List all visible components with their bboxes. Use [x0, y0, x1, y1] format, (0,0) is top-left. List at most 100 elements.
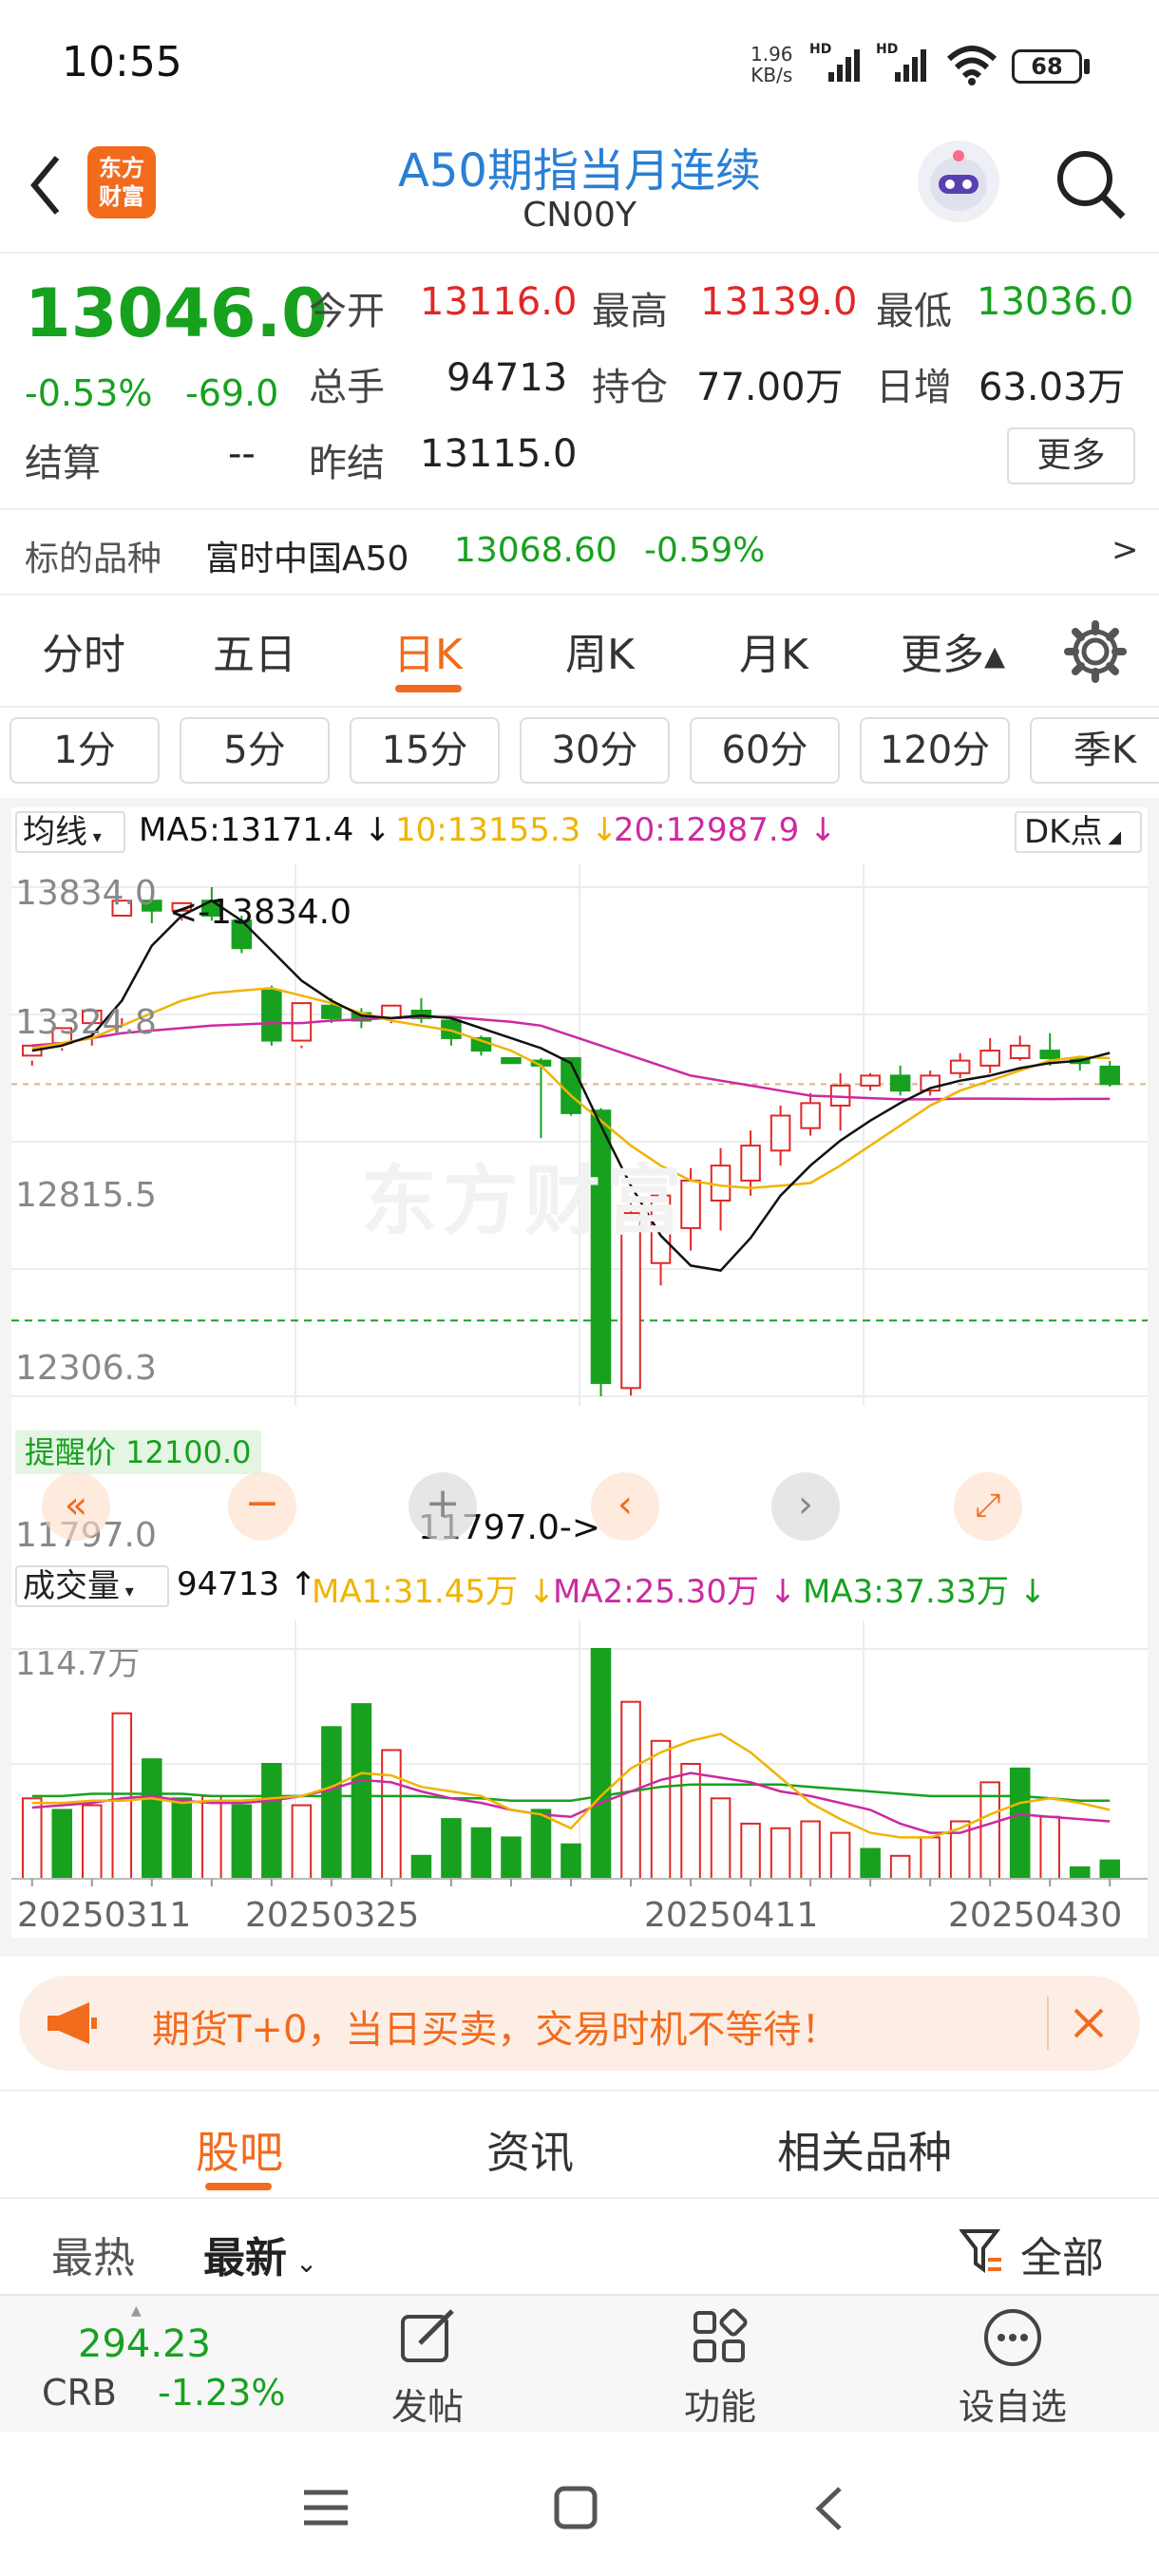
- ma20-legend: 20:12987.9 ↓: [614, 811, 837, 849]
- robot-assistant-icon[interactable]: [918, 141, 999, 222]
- vol-ma1-legend: MA1:31.45万 ↓: [312, 1573, 556, 1611]
- add-watchlist-button[interactable]: 设自选: [918, 2307, 1108, 2430]
- zoom-in-icon[interactable]: +: [408, 1472, 477, 1541]
- tab-intraday[interactable]: 分时: [42, 620, 125, 681]
- tab-daily-k[interactable]: 日K: [393, 620, 463, 681]
- tab-forum[interactable]: 股吧: [196, 2118, 283, 2181]
- volume-bar: [261, 1763, 282, 1880]
- search-icon[interactable]: [1053, 146, 1129, 222]
- logo-text-2: 财富: [99, 183, 144, 210]
- dk-point-button[interactable]: DK点 ◢: [1015, 811, 1142, 853]
- y-tick-label: 13834.0: [15, 874, 157, 913]
- vol-ma1-value: MA1:31.45万: [312, 1573, 519, 1611]
- vol-ma1-line: [31, 1733, 1111, 1839]
- volume-bar: [800, 1820, 821, 1880]
- scroll-left-icon[interactable]: «: [42, 1472, 110, 1541]
- zoom-out-icon[interactable]: −: [228, 1472, 296, 1541]
- open-label: 今开: [309, 290, 385, 333]
- crb-percent: -1.23%: [158, 2372, 286, 2414]
- sort-newest-label: 最新: [203, 2234, 287, 2282]
- banner-text: 期货T+0，当日买卖，交易时机不等待！: [152, 2008, 840, 2052]
- y-tick-label: 12815.5: [15, 1176, 157, 1215]
- more-button[interactable]: 更多: [1007, 427, 1135, 484]
- crb-index-widget[interactable]: ▲ 294.23 CRB -1.23%: [19, 2303, 285, 2427]
- volume-bar: [470, 1827, 492, 1880]
- underlying-percent: -0.59%: [644, 531, 766, 570]
- step-right-icon[interactable]: ›: [771, 1472, 840, 1541]
- high-annotation: <-13834.0: [169, 893, 352, 932]
- chevron-right-icon[interactable]: >: [1112, 531, 1139, 569]
- y-tick-label: 12306.3: [15, 1349, 157, 1388]
- volume-bar: [770, 1827, 791, 1880]
- period-quarter-k[interactable]: 季K: [1030, 717, 1159, 784]
- candle-body: [560, 1056, 581, 1114]
- volume-bar: [410, 1854, 432, 1881]
- underlying-price: 13068.60: [454, 531, 618, 570]
- tab-more[interactable]: 更多▴: [901, 620, 1005, 681]
- x-tick-label: 20250311: [17, 1896, 192, 1935]
- period-60min[interactable]: 60分: [690, 717, 840, 784]
- period-30min[interactable]: 30分: [520, 717, 670, 784]
- settle-label: 结算: [25, 442, 101, 485]
- candle-body: [889, 1074, 911, 1092]
- tab-news[interactable]: 资讯: [486, 2118, 574, 2181]
- volume-bar: [111, 1712, 133, 1881]
- content-tabs: 股吧 资讯 相关品种: [0, 2090, 1159, 2199]
- page-title: A50期指当月连续: [398, 144, 761, 198]
- megaphone-icon: [48, 2002, 97, 2044]
- filter-icon[interactable]: [960, 2227, 1003, 2277]
- promo-banner[interactable]: 期货T+0，当日买卖，交易时机不等待！: [19, 1976, 1140, 2071]
- back-nav-icon[interactable]: [809, 2485, 847, 2532]
- home-icon[interactable]: [553, 2485, 598, 2530]
- tab-weekly-k[interactable]: 周K: [565, 620, 635, 681]
- tab-related[interactable]: 相关品种: [777, 2118, 952, 2181]
- underlying-name[interactable]: 富时中国A50: [205, 531, 408, 580]
- sort-newest[interactable]: 最新 ⌄: [203, 2224, 317, 2284]
- vol-ma2-value: MA2:25.30万: [553, 1573, 760, 1611]
- sort-hot[interactable]: 最热: [51, 2224, 135, 2284]
- period-120min[interactable]: 120分: [860, 717, 1010, 784]
- triangle-up-icon: ▲: [131, 2303, 142, 2319]
- ma-selector[interactable]: 均线 ▾: [15, 811, 125, 853]
- function-button[interactable]: 功能: [625, 2307, 815, 2430]
- volume-bar: [142, 1758, 162, 1880]
- candle-body: [501, 1056, 522, 1065]
- volume-bar: [1009, 1767, 1031, 1880]
- change-percent: -0.53%: [25, 372, 153, 414]
- tab-five-day[interactable]: 五日: [213, 620, 296, 681]
- speed-unit: KB/s: [750, 64, 793, 86]
- quote-panel: 13046.0 -0.53% -69.0 今开 13116.0 最高 13139…: [0, 252, 1159, 594]
- divider: [0, 508, 1159, 510]
- volume-bar: [51, 1809, 73, 1880]
- volume-bar: [381, 1749, 402, 1880]
- filter-all[interactable]: 全部: [1020, 2224, 1104, 2284]
- ma10-value: 10:13155.3: [395, 811, 581, 849]
- high-value: 13139.0: [700, 280, 858, 324]
- open-value: 13116.0: [420, 280, 578, 324]
- candle-body: [1009, 1044, 1031, 1059]
- settings-gear-icon[interactable]: [1064, 620, 1127, 683]
- close-icon[interactable]: [1070, 2004, 1108, 2042]
- fullscreen-icon[interactable]: ⤢: [954, 1472, 1022, 1541]
- step-left-icon[interactable]: ‹: [591, 1472, 659, 1541]
- volume-bar: [680, 1763, 701, 1880]
- daily-increase-value: 63.03万: [978, 366, 1126, 409]
- volume-selector[interactable]: 成交量 ▾: [15, 1565, 169, 1607]
- alert-price-label[interactable]: 提醒价 12100.0: [15, 1430, 261, 1474]
- period-15min[interactable]: 15分: [350, 717, 500, 784]
- tab-monthly-k[interactable]: 月K: [739, 620, 808, 681]
- post-label: 发帖: [390, 2386, 464, 2428]
- chart-tabs: 分时 五日 日K 周K 月K 更多▴: [0, 594, 1159, 708]
- prev-settle-value: 13115.0: [420, 432, 578, 476]
- underlying-label: 标的品种: [25, 540, 162, 578]
- network-speed: 1.96 KB/s: [750, 44, 793, 85]
- post-button[interactable]: 发帖: [332, 2307, 522, 2430]
- candle-body: [381, 1004, 402, 1019]
- period-5min[interactable]: 5分: [180, 717, 330, 784]
- chart-area: 均线 ▾ MA5:13171.4 ↓ 10:13155.3 ↓ 20:12987…: [0, 798, 1159, 1957]
- menu-icon[interactable]: [302, 2487, 350, 2529]
- volume-bar: [710, 1797, 732, 1880]
- period-1min[interactable]: 1分: [10, 717, 160, 784]
- volume-chart[interactable]: [11, 1620, 1148, 1896]
- back-arrow-icon[interactable]: [27, 152, 65, 218]
